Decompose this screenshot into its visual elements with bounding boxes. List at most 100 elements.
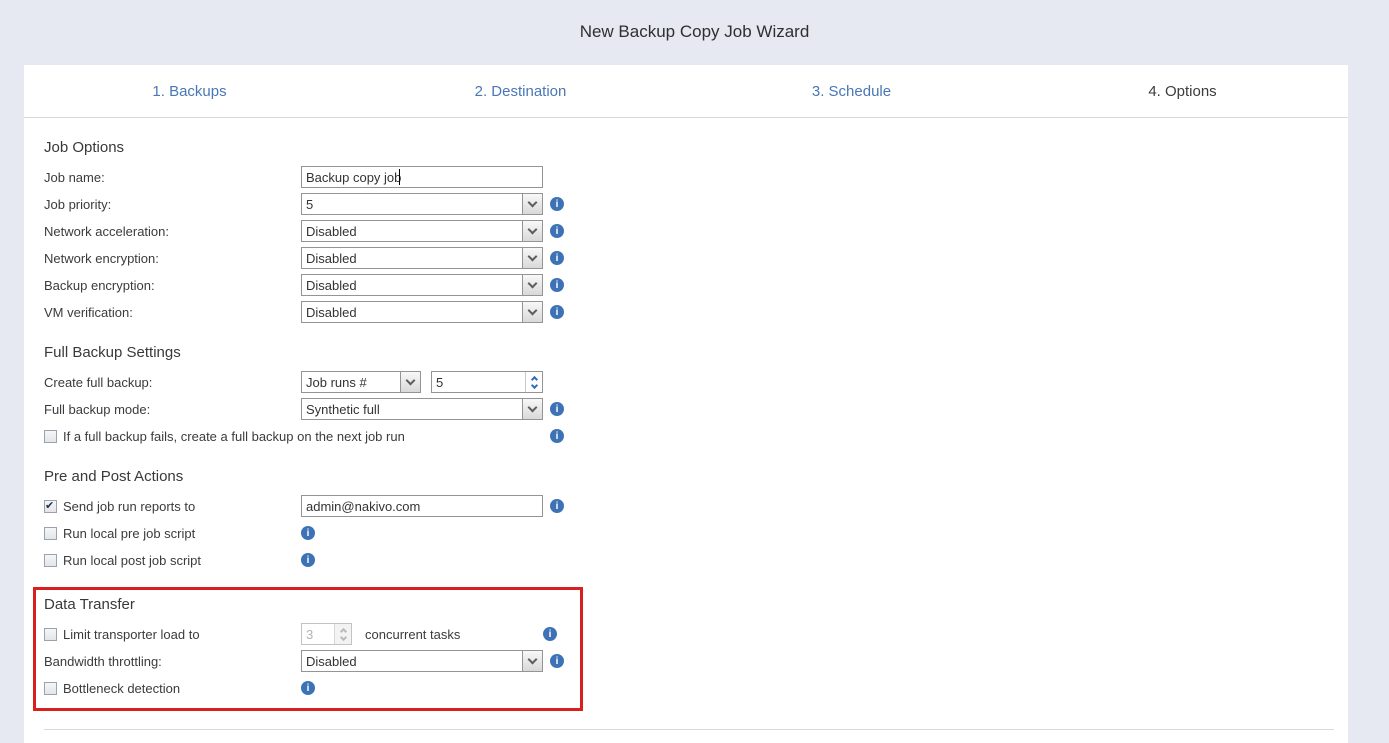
job-priority-select[interactable]: 5 <box>301 193 543 215</box>
bandwidth-throttling-label: Bandwidth throttling: <box>44 653 162 669</box>
select-value: Disabled <box>306 224 357 239</box>
wizard-steps: 1. Backups 2. Destination 3. Schedule 4.… <box>24 65 1348 118</box>
info-icon[interactable]: i <box>301 526 315 540</box>
pre-script-checkbox[interactable] <box>44 526 57 540</box>
concurrent-tasks-stepper: 3 <box>301 623 352 645</box>
stepper-value: 5 <box>436 375 444 390</box>
data-transfer-highlight-box: Data Transfer Limit transporter load to … <box>33 587 583 711</box>
info-icon[interactable]: i <box>550 251 564 265</box>
bottleneck-detection-row: Bottleneck detection i <box>44 677 580 699</box>
chevron-down-icon <box>522 275 542 295</box>
post-script-row: Run local post job script i <box>44 549 1348 571</box>
footer-divider <box>44 729 1334 730</box>
backup-encryption-row: Backup encryption: Disabled i <box>44 274 1348 296</box>
vm-verification-label: VM verification: <box>44 304 133 320</box>
info-icon[interactable]: i <box>550 278 564 292</box>
full-backup-mode-row: Full backup mode: Synthetic full i <box>44 398 1348 420</box>
chevron-down-icon <box>522 248 542 268</box>
backup-encryption-label: Backup encryption: <box>44 277 155 293</box>
wizard-header: New Backup Copy Job Wizard <box>0 0 1389 65</box>
full-backup-mode-label: Full backup mode: <box>44 401 151 417</box>
info-icon[interactable]: i <box>550 305 564 319</box>
pre-script-label: Run local pre job script <box>63 525 196 541</box>
job-name-label: Job name: <box>44 169 105 185</box>
options-page: Job Options Job name: Job priority: 5 i … <box>24 139 1348 743</box>
stepper-value: 3 <box>306 627 314 642</box>
info-icon[interactable]: i <box>550 402 564 416</box>
full-backup-settings-heading: Full Backup Settings <box>44 344 181 361</box>
info-icon[interactable]: i <box>301 681 315 695</box>
create-full-backup-row: Create full backup: Job runs # 5 <box>44 371 1348 393</box>
send-reports-row: Send job run reports to i <box>44 495 1348 517</box>
text-caret <box>399 169 400 185</box>
vm-verification-select[interactable]: Disabled <box>301 301 543 323</box>
pre-script-row: Run local pre job script i <box>44 522 1348 544</box>
send-reports-label: Send job run reports to <box>63 498 196 514</box>
info-icon[interactable]: i <box>550 499 564 513</box>
job-options-heading: Job Options <box>44 139 125 156</box>
limit-transporter-row: Limit transporter load to 3 concurrent t… <box>44 623 580 645</box>
full-backup-mode-select[interactable]: Synthetic full <box>301 398 543 420</box>
chevron-down-icon <box>522 399 542 419</box>
stepper-arrows[interactable] <box>525 372 542 392</box>
full-backup-fail-checkbox[interactable] <box>44 429 57 443</box>
info-icon[interactable]: i <box>550 429 564 443</box>
report-email-input[interactable] <box>301 495 543 517</box>
bottleneck-detection-checkbox[interactable] <box>44 681 57 695</box>
chevron-down-icon <box>522 302 542 322</box>
wizard-title: New Backup Copy Job Wizard <box>579 22 810 41</box>
info-icon[interactable]: i <box>550 224 564 238</box>
tab-schedule[interactable]: 3. Schedule <box>686 83 1017 100</box>
bandwidth-throttling-row: Bandwidth throttling: Disabled i <box>44 650 580 672</box>
select-value: Job runs # <box>306 375 367 390</box>
post-script-label: Run local post job script <box>63 552 202 568</box>
bottleneck-detection-label: Bottleneck detection <box>63 680 181 696</box>
job-name-input[interactable] <box>301 166 543 188</box>
network-encryption-label: Network encryption: <box>44 250 159 266</box>
job-priority-row: Job priority: 5 i <box>44 193 1348 215</box>
wizard-card: 1. Backups 2. Destination 3. Schedule 4.… <box>24 65 1348 743</box>
network-encryption-row: Network encryption: Disabled i <box>44 247 1348 269</box>
limit-transporter-checkbox[interactable] <box>44 627 57 641</box>
full-backup-fail-row: If a full backup fails, create a full ba… <box>44 425 1348 447</box>
network-acceleration-select[interactable]: Disabled <box>301 220 543 242</box>
tab-options[interactable]: 4. Options <box>1017 83 1348 100</box>
chevron-down-icon <box>522 221 542 241</box>
job-runs-count-stepper[interactable]: 5 <box>431 371 543 393</box>
network-encryption-select[interactable]: Disabled <box>301 247 543 269</box>
job-priority-label: Job priority: <box>44 196 112 212</box>
select-value: Disabled <box>306 305 357 320</box>
info-icon[interactable]: i <box>550 197 564 211</box>
info-icon[interactable]: i <box>550 654 564 668</box>
bandwidth-throttling-select[interactable]: Disabled <box>301 650 543 672</box>
full-backup-fail-label: If a full backup fails, create a full ba… <box>63 428 405 444</box>
backup-encryption-select[interactable]: Disabled <box>301 274 543 296</box>
chevron-down-icon <box>400 372 420 392</box>
select-value: Synthetic full <box>306 402 380 417</box>
select-value: 5 <box>306 197 314 212</box>
chevron-down-icon <box>522 194 542 214</box>
info-icon[interactable]: i <box>543 627 557 641</box>
send-reports-checkbox[interactable] <box>44 499 57 513</box>
vm-verification-row: VM verification: Disabled i <box>44 301 1348 323</box>
pre-post-actions-heading: Pre and Post Actions <box>44 468 184 485</box>
data-transfer-heading: Data Transfer <box>44 596 135 613</box>
create-full-backup-mode-select[interactable]: Job runs # <box>301 371 421 393</box>
chevron-down-icon <box>530 381 538 389</box>
network-acceleration-row: Network acceleration: Disabled i <box>44 220 1348 242</box>
network-acceleration-label: Network acceleration: <box>44 223 169 239</box>
concurrent-tasks-suffix: concurrent tasks <box>365 626 461 642</box>
post-script-checkbox[interactable] <box>44 553 57 567</box>
select-value: Disabled <box>306 278 357 293</box>
info-icon[interactable]: i <box>301 553 315 567</box>
select-value: Disabled <box>306 251 357 266</box>
stepper-arrows <box>334 624 351 644</box>
chevron-down-icon <box>339 633 347 641</box>
select-value: Disabled <box>306 654 357 669</box>
job-name-row: Job name: <box>44 166 1348 188</box>
tab-destination[interactable]: 2. Destination <box>355 83 686 100</box>
create-full-backup-label: Create full backup: <box>44 374 153 390</box>
limit-transporter-label: Limit transporter load to <box>63 626 200 642</box>
tab-backups[interactable]: 1. Backups <box>24 83 355 100</box>
chevron-down-icon <box>522 651 542 671</box>
